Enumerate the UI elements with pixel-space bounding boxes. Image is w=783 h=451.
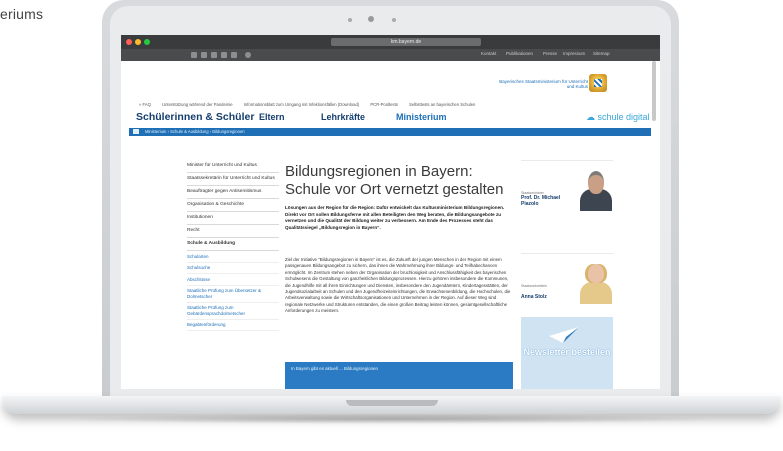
breadcrumb-trail[interactable]: Ministerium › Schule & Ausbildung › Bild… (145, 129, 245, 134)
sidebar-item-antisemitismus[interactable]: Beauftragter gegen Antisemitismus (187, 186, 279, 199)
contrast-icon[interactable] (231, 52, 237, 58)
font-size-icon[interactable] (221, 52, 227, 58)
quicklink-pandemie[interactable]: Unterstützung während der Pandemie (162, 102, 233, 107)
nav-schule-digital[interactable]: ☁ schule digital (586, 112, 650, 123)
close-window-button[interactable] (126, 39, 132, 45)
sensor-dot-right (392, 18, 396, 22)
person-name: Prof. Dr. Michael Piazolo (521, 195, 561, 207)
quicklink-infoblatt[interactable]: Informationsblatt zum Umgang mit Infekti… (244, 102, 359, 107)
page-caption: eriums (0, 6, 44, 22)
nav-lehrkraefte[interactable]: Lehrkräfte (321, 112, 365, 122)
newsletter-label: Newsletter bestellen (523, 347, 611, 357)
nav-eltern[interactable]: Eltern (259, 112, 285, 122)
laptop-screen: km.bayern.de Kontakt Publikationen Press… (121, 35, 660, 389)
quicklinks-bar: » FAQ Unterstützung während der Pandemie… (139, 102, 649, 109)
quicklink-pcr[interactable]: PCR-Pooltests (370, 102, 397, 107)
toolbar-link-sitemap[interactable]: Sitemap (593, 51, 610, 56)
print-icon[interactable] (191, 52, 197, 58)
sidebar-subitem-abschluesse[interactable]: Abschlüsse (187, 274, 279, 286)
site-toolbar: Kontakt Publikationen Presse Impressum S… (121, 49, 660, 61)
laptop-shadow (60, 414, 723, 424)
browser-titlebar: km.bayern.de (121, 35, 660, 49)
scrollbar[interactable] (652, 61, 656, 121)
laptop-notch (346, 400, 438, 406)
breadcrumb: Ministerium › Schule & Ausbildung › Bild… (129, 128, 651, 136)
sensor-dot-left (348, 18, 352, 22)
url-bar[interactable]: km.bayern.de (331, 38, 481, 46)
nav-ministerium[interactable]: Ministerium (396, 112, 447, 122)
bavarian-crest-logo[interactable] (589, 74, 607, 92)
paper-plane-icon (549, 327, 579, 343)
person-function: Staatssekretärin (521, 283, 547, 288)
sidebar-subitem-schularten[interactable]: Schularten (187, 251, 279, 263)
portrait-minister (579, 167, 613, 211)
share-icon[interactable] (211, 52, 217, 58)
sidebar-subitem-schulsuche[interactable]: Schulsuche (187, 263, 279, 274)
sidebar-subitem-uebersetzer[interactable]: Staatliche Prüfung zum Übersetzer & Dolm… (187, 286, 279, 303)
sidebar-item-staatssekretaerin[interactable]: Staatssekretärin für Unterricht und Kult… (187, 173, 279, 186)
sidebar-item-institutionen[interactable]: Institutionen (187, 212, 279, 225)
quicklink-selbsttests[interactable]: Selbsttests an bayerischen Schulen (409, 102, 475, 107)
maximize-window-button[interactable] (144, 39, 150, 45)
person-card-staatssekretaerin[interactable]: Staatssekretärin Anna Stolz (521, 253, 613, 306)
sidebar-item-organisation[interactable]: Organisation & Geschichte (187, 199, 279, 212)
person-name: Anna Stolz (521, 294, 547, 300)
sidebar-nav: Minister für Unterricht und Kultus Staat… (187, 160, 279, 331)
toolbar-link-kontakt[interactable]: Kontakt (481, 51, 496, 56)
ministry-logo-text[interactable]: Bayerisches Staatsministerium für Unterr… (494, 79, 588, 89)
info-box[interactable]: In Bayern gibt es aktuell ... Bildungsre… (285, 362, 513, 389)
sidebar-item-schule-ausbildung[interactable]: Schule & Ausbildung (187, 238, 279, 251)
bookmark-icon[interactable] (201, 52, 207, 58)
sidebar-item-recht[interactable]: Recht (187, 225, 279, 238)
quicklink-faq[interactable]: » FAQ (139, 102, 151, 107)
toolbar-link-publikationen[interactable]: Publikationen (506, 51, 533, 56)
toolbar-link-presse[interactable]: Presse (543, 51, 557, 56)
cloud-icon: ☁ (586, 112, 598, 122)
nav-schule-digital-label: schule digital (597, 112, 650, 122)
sidebar-subitem-gebaerdensprache[interactable]: Staatliche Prüfung zum Gebärdensprachdol… (187, 303, 279, 320)
newsletter-box[interactable]: Newsletter bestellen (521, 317, 613, 389)
info-box-text: In Bayern gibt es aktuell ... Bildungsre… (291, 366, 378, 371)
search-icon[interactable] (245, 52, 251, 58)
minimize-window-button[interactable] (135, 39, 141, 45)
sidebar-item-minister[interactable]: Minister für Unterricht und Kultus (187, 160, 279, 173)
right-column: Staatsminister Prof. Dr. Michael Piazolo… (521, 160, 613, 306)
main-navigation: Schülerinnen & Schüler Eltern Lehrkräfte… (131, 111, 651, 125)
home-icon[interactable] (133, 129, 139, 135)
portrait-staatssekretaerin (579, 260, 613, 304)
person-card-minister[interactable]: Staatsminister Prof. Dr. Michael Piazolo (521, 160, 613, 213)
toolbar-link-impressum[interactable]: Impressum (563, 51, 585, 56)
article-body: Ziel der Initiative "Bildungsregionen in… (285, 257, 511, 314)
sidebar-subitem-begabtenfoerderung[interactable]: Begabtenförderung (187, 320, 279, 331)
nav-schueler[interactable]: Schülerinnen & Schüler (136, 111, 254, 123)
article-lead: Lösungen aus der Region für die Region: … (285, 205, 505, 230)
page-title: Bildungsregionen in Bayern: Schule vor O… (285, 163, 504, 198)
camera-icon (368, 16, 374, 22)
